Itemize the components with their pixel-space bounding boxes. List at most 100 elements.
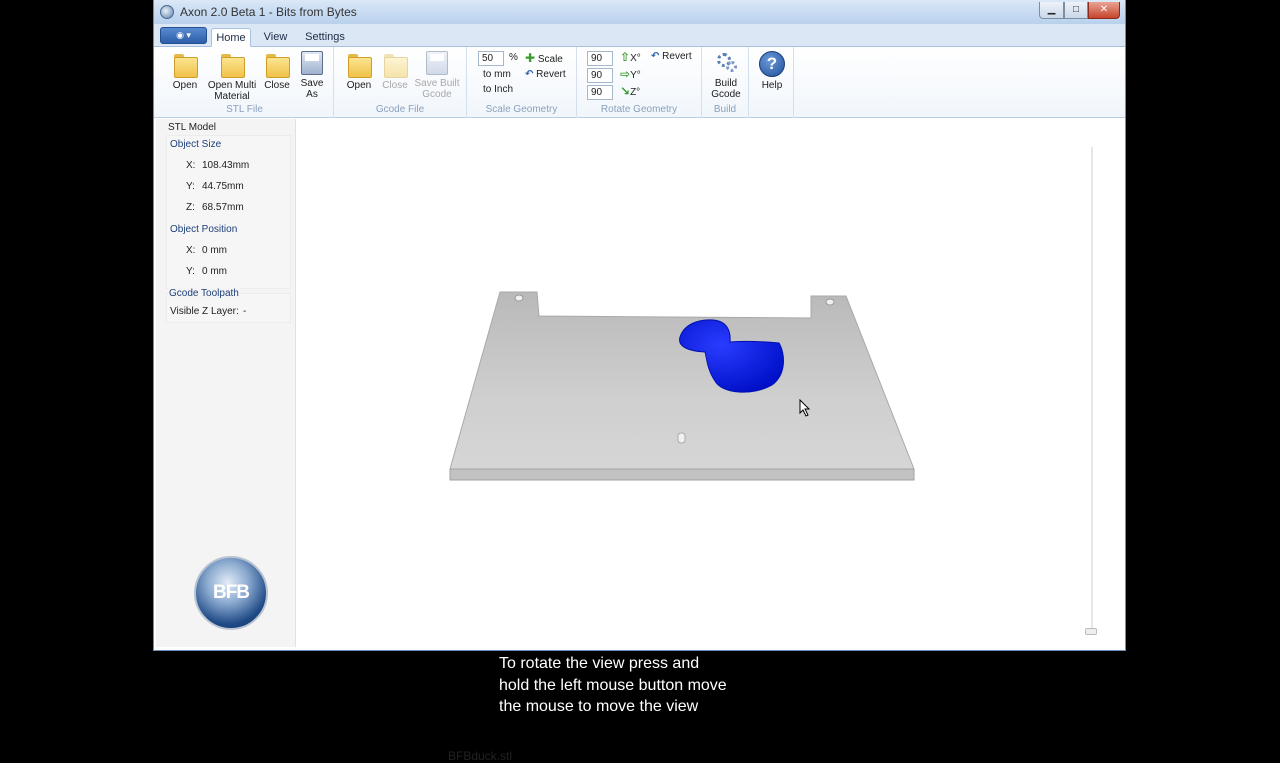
caption-line-1: To rotate the view press and	[499, 655, 700, 672]
rotate-z-label: Z°	[630, 87, 641, 98]
bed-hole	[825, 298, 835, 306]
tab-settings[interactable]: Settings	[300, 28, 350, 47]
bfb-logo: BFB	[194, 556, 268, 630]
scale-revert-label: Revert	[536, 69, 566, 80]
app-icon[interactable]	[160, 5, 174, 19]
pos-y-value: 0 mm	[202, 266, 227, 277]
rotate-z-input[interactable]: 90	[587, 85, 613, 100]
rotate-y-label: Y°	[630, 70, 641, 81]
gcode-close-label: Close	[382, 80, 408, 91]
save-as-label-1: Save	[300, 78, 324, 89]
gcode-open-button[interactable]: Open	[344, 51, 374, 91]
model-info-sidebar: STL Model Object Size X: 108.43mm Y: 44.…	[156, 119, 296, 647]
folder-icon	[347, 51, 372, 78]
tab-view[interactable]: View	[258, 28, 293, 47]
tab-home[interactable]: Home	[211, 28, 251, 47]
scale-button[interactable]: ✚ Scale	[525, 51, 563, 65]
rotate-y-input[interactable]: 90	[587, 68, 613, 83]
save-as-button[interactable]: Save As	[296, 51, 328, 100]
build-group-label: Build	[713, 104, 737, 115]
ribbon: Open Open Multi Material Close Save As S…	[154, 47, 1125, 118]
help-group: ? Help	[749, 47, 794, 118]
save-as-label-2: As	[306, 89, 318, 100]
gears-icon	[715, 51, 737, 75]
folder-icon	[383, 51, 408, 78]
ribbon-tab-bar: ◉ ▾ Home View Settings	[154, 24, 1125, 47]
pos-x-value: 0 mm	[202, 245, 227, 256]
percent-symbol: %	[509, 52, 518, 63]
build-label-2: Gcode	[711, 89, 741, 100]
subtitle-caption: To rotate the view press and hold the le…	[499, 653, 727, 718]
to-mm-button[interactable]: to mm	[483, 69, 511, 80]
undo-icon: ↶	[525, 69, 534, 80]
size-x-value: 108.43mm	[202, 160, 250, 171]
visible-z-layer-value: -	[243, 306, 247, 317]
scale-revert-button[interactable]: ↶ Revert	[525, 69, 566, 80]
folder-icon	[173, 51, 198, 78]
build-gcode-button[interactable]: Build Gcode	[706, 51, 746, 100]
size-z-label: Z:	[186, 202, 195, 213]
title-bar: Axon 2.0 Beta 1 - Bits from Bytes ▁ □ ✕	[154, 0, 1125, 24]
save-built-label-1: Save Built	[414, 78, 460, 89]
caption-line-2: hold the left mouse button move	[499, 676, 727, 694]
rotate-geometry-group: 90 90 90 ⇧X° ⇨Y° ↘Z° ↶ Revert Rotate Geo…	[577, 47, 702, 118]
plus-icon: ✚	[525, 51, 536, 65]
mouse-cursor-icon	[799, 399, 811, 417]
object-position-heading: Object Position	[170, 224, 238, 235]
scale-percent-input[interactable]: 50	[478, 51, 504, 66]
app-window: Axon 2.0 Beta 1 - Bits from Bytes ▁ □ ✕ …	[153, 0, 1126, 763]
gcode-open-label: Open	[346, 80, 372, 91]
rotate-x-button[interactable]: ⇧X°	[620, 50, 641, 64]
scene-svg	[449, 147, 1093, 632]
rotate-x-input[interactable]: 90	[587, 51, 613, 66]
logo-text: BFB	[212, 582, 250, 603]
help-icon: ?	[759, 51, 785, 77]
gcode-toolpath-heading: Gcode Toolpath	[168, 288, 240, 299]
help-button[interactable]: ? Help	[755, 51, 789, 91]
scale-geometry-group-label: Scale Geometry	[485, 104, 558, 115]
bed-hole	[677, 432, 686, 444]
scale-label: Scale	[537, 54, 563, 65]
size-x-label: X:	[186, 160, 196, 171]
stl-close-button[interactable]: Close	[262, 51, 292, 91]
save-icon	[301, 51, 323, 75]
gcode-close-button[interactable]: Close	[380, 51, 410, 91]
gcode-file-group-label: Gcode File	[375, 104, 425, 115]
application-menu-button[interactable]: ◉ ▾	[160, 27, 207, 44]
pos-x-label: X:	[186, 245, 196, 256]
open-multi-material-button[interactable]: Open Multi Material	[204, 51, 260, 102]
stl-file-group: Open Open Multi Material Close Save As S…	[156, 47, 334, 118]
rotate-y-button[interactable]: ⇨Y°	[620, 67, 641, 81]
minimize-button[interactable]: ▁	[1039, 2, 1064, 19]
rotate-z-button[interactable]: ↘Z°	[620, 84, 640, 98]
arrow-up-icon: ⇧	[620, 50, 631, 64]
rotate-revert-button[interactable]: ↶ Revert	[651, 51, 692, 62]
maximize-button[interactable]: □	[1064, 2, 1088, 19]
caption-line-3: the mouse to move the view	[499, 698, 699, 715]
stl-open-label: Open	[172, 80, 198, 91]
size-y-label: Y:	[186, 181, 195, 192]
bed-hole	[514, 294, 524, 302]
pos-y-label: Y:	[186, 266, 195, 277]
to-inch-button[interactable]: to Inch	[483, 84, 513, 95]
size-z-value: 68.57mm	[202, 202, 244, 213]
save-icon	[426, 51, 448, 75]
stl-model-heading: STL Model	[168, 122, 216, 133]
gcode-file-group: Open Close Save Built Gcode Gcode File	[334, 47, 467, 118]
rotate-x-label: X°	[630, 53, 641, 64]
save-built-gcode-button[interactable]: Save Built Gcode	[414, 51, 460, 100]
save-built-label-2: Gcode	[422, 89, 452, 100]
stl-open-button[interactable]: Open	[170, 51, 200, 91]
arrow-right-icon: ⇨	[620, 67, 631, 81]
help-label: Help	[761, 80, 783, 91]
rotate-revert-label: Revert	[662, 51, 692, 62]
scale-geometry-group: 50 % to mm to Inch ✚ Scale ↶ Revert Scal…	[467, 47, 577, 118]
size-y-value: 44.75mm	[202, 181, 244, 192]
3d-viewport[interactable]: BFBduck.stl	[297, 119, 1124, 763]
loaded-filename: BFBduck.stl	[448, 749, 513, 763]
rotate-geometry-group-label: Rotate Geometry	[600, 104, 678, 115]
undo-icon: ↶	[651, 51, 660, 62]
stl-close-label: Close	[264, 80, 290, 91]
scroll-thumb[interactable]	[1085, 628, 1097, 635]
close-window-button[interactable]: ✕	[1088, 2, 1120, 19]
